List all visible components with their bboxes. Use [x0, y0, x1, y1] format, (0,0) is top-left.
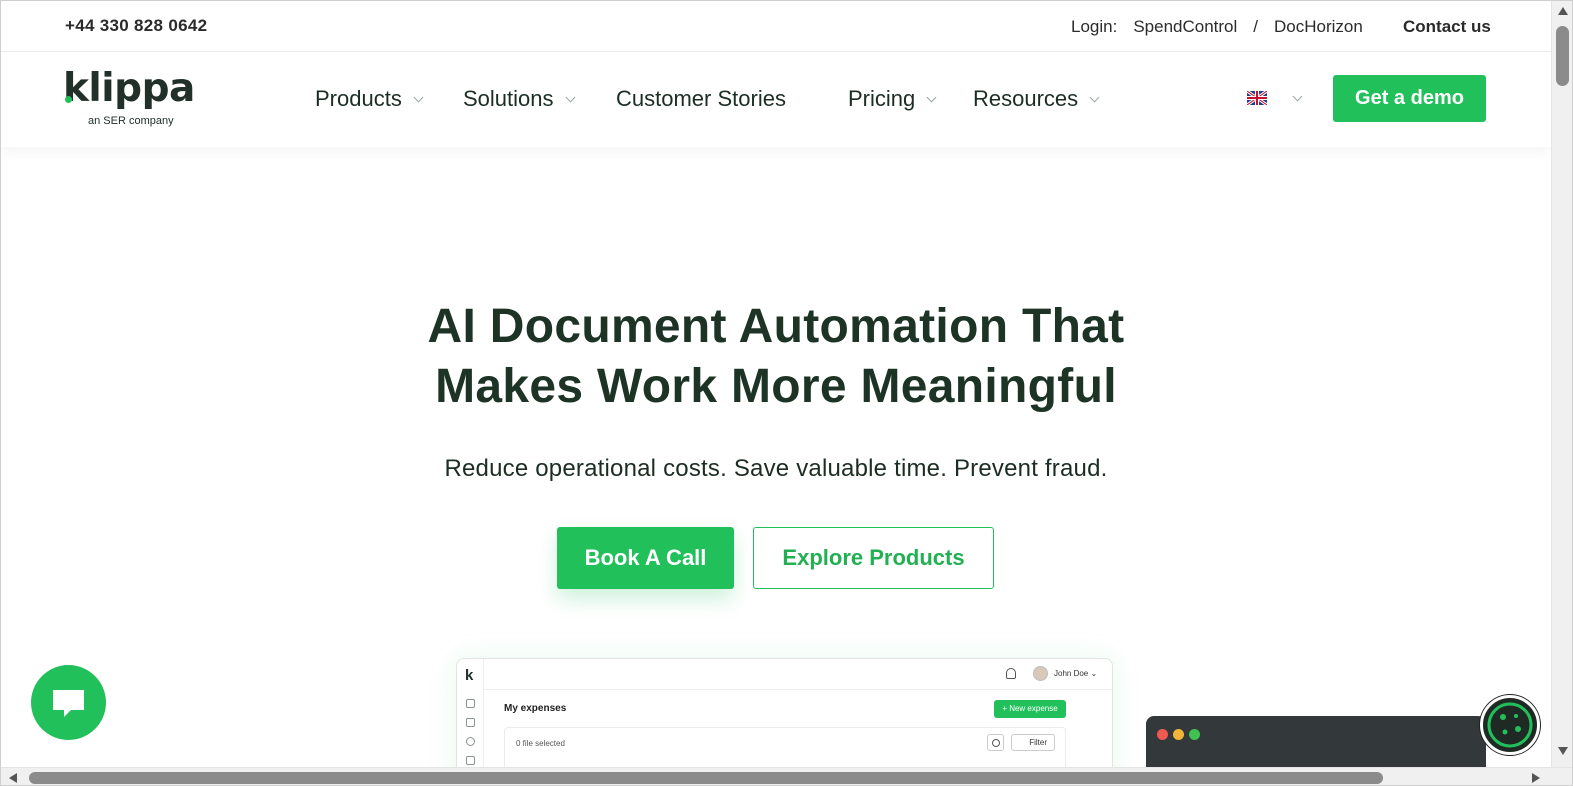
- vertical-scrollbar[interactable]: [1551, 1, 1572, 767]
- chevron-down-icon: [565, 92, 575, 102]
- get-a-demo-button[interactable]: Get a demo: [1333, 75, 1486, 122]
- logo-tagline: an SER company: [88, 115, 174, 127]
- chevron-down-icon: [1089, 92, 1100, 102]
- mockup-selection-count: 0 file selected: [516, 739, 565, 748]
- nav-item-resources[interactable]: Resources: [973, 86, 1100, 112]
- search-icon: [987, 734, 1004, 751]
- scroll-right-arrow-icon[interactable]: [1532, 773, 1540, 783]
- language-chevron-down-icon[interactable]: [1292, 91, 1303, 102]
- browser-viewport: +44 330 828 0642 Login: SpendControl / D…: [0, 0, 1573, 786]
- hero-title: AI Document Automation That Makes Work M…: [301, 297, 1251, 417]
- nav-item-label: Solutions: [463, 86, 554, 111]
- explore-products-button[interactable]: Explore Products: [753, 527, 994, 589]
- logo-dot-icon: [65, 96, 72, 103]
- login-dochorizon-link[interactable]: DocHorizon: [1274, 17, 1363, 37]
- chat-button[interactable]: [31, 665, 106, 740]
- nav-item-label: Pricing: [848, 86, 916, 111]
- klippa-logo[interactable]: klippa an SER company: [63, 66, 195, 128]
- nav-item-label: Customer Stories: [616, 86, 786, 111]
- nav-item-customer-stories[interactable]: Customer Stories: [616, 86, 786, 112]
- inbox-icon: [466, 718, 475, 727]
- chevron-down-icon: [413, 92, 424, 102]
- nav-item-label: Products: [315, 86, 402, 111]
- nav-item-solutions[interactable]: Solutions: [463, 86, 575, 112]
- book-a-call-button[interactable]: Book A Call: [557, 527, 734, 589]
- hero-title-line-1: AI Document Automation That: [427, 300, 1125, 353]
- maximize-dot-icon: [1189, 729, 1200, 740]
- cookie-icon: [1487, 702, 1533, 748]
- nav-item-pricing[interactable]: Pricing: [848, 86, 937, 112]
- nav-item-products[interactable]: Products: [315, 86, 424, 112]
- check-circle-icon: [466, 737, 475, 746]
- chevron-down-icon: [926, 92, 937, 102]
- hero-title-line-2: Makes Work More Meaningful: [435, 360, 1117, 413]
- layers-icon: [466, 756, 475, 765]
- contact-us-link[interactable]: Contact us: [1403, 17, 1491, 37]
- horizontal-scroll-thumb[interactable]: [29, 772, 1383, 784]
- scroll-down-arrow-icon[interactable]: [1558, 747, 1568, 755]
- mockup-new-expense-button: + New expense: [994, 700, 1066, 718]
- avatar: [1033, 666, 1048, 681]
- main-navigation: klippa an SER company Products Solutions…: [1, 52, 1551, 147]
- login-spendcontrol-link[interactable]: SpendControl: [1133, 17, 1237, 37]
- mockup-username: John Doe ⌄: [1054, 669, 1098, 678]
- uk-flag-icon[interactable]: [1247, 91, 1267, 105]
- close-dot-icon: [1157, 729, 1168, 740]
- hero-subtitle: Reduce operational costs. Save valuable …: [444, 455, 1108, 482]
- mockup-header: [484, 659, 1112, 690]
- scroll-up-arrow-icon[interactable]: [1558, 7, 1568, 15]
- horizontal-scrollbar[interactable]: [1, 767, 1572, 785]
- logo-wordmark: klippa: [63, 66, 195, 111]
- bell-icon: [1006, 668, 1016, 679]
- mockup-logo: k: [465, 667, 474, 684]
- document-icon: [466, 699, 475, 708]
- top-utility-bar: +44 330 828 0642 Login: SpendControl / D…: [1, 1, 1551, 52]
- mockup-page-title: My expenses: [504, 703, 567, 714]
- login-label: Login:: [1071, 17, 1118, 36]
- mockup-filter-button: Filter: [1011, 734, 1055, 751]
- cookie-settings-button[interactable]: [1480, 695, 1540, 755]
- chat-bubble-icon: [53, 690, 84, 717]
- scroll-left-arrow-icon[interactable]: [9, 773, 17, 783]
- vertical-scroll-thumb[interactable]: [1556, 26, 1569, 86]
- minimize-dot-icon: [1173, 729, 1184, 740]
- nav-item-label: Resources: [973, 86, 1079, 111]
- login-links: Login: SpendControl / DocHorizon: [1071, 17, 1363, 37]
- login-separator: /: [1253, 17, 1259, 36]
- phone-number-link[interactable]: +44 330 828 0642: [65, 16, 207, 36]
